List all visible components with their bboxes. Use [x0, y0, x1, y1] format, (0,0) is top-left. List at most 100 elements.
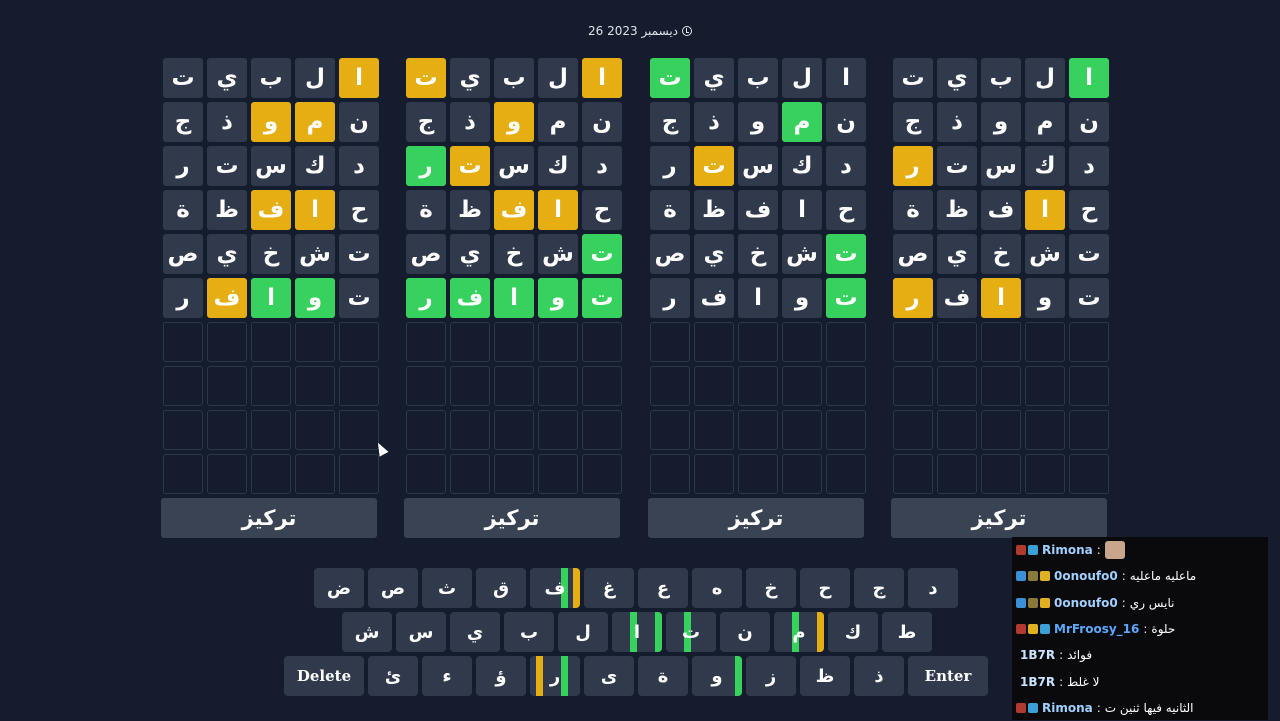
chat-username[interactable]: 0onoufo0 — [1054, 569, 1118, 583]
key-letter[interactable]: ف — [530, 568, 580, 608]
tile: ت — [582, 278, 622, 318]
key-letter[interactable]: ك — [828, 612, 878, 652]
focus-button[interactable]: تركيز — [891, 498, 1107, 538]
chat-username[interactable]: MrFroosy_16 — [1054, 622, 1139, 636]
chat-separator: : — [1143, 621, 1148, 636]
tile: ا — [981, 278, 1021, 318]
tile: ا — [494, 278, 534, 318]
key-delete[interactable]: Delete — [284, 656, 364, 696]
empty-tile — [207, 322, 247, 362]
empty-tile — [494, 410, 534, 450]
key-letter[interactable]: ر — [530, 656, 580, 696]
key-letter[interactable]: ظ — [800, 656, 850, 696]
chat-username[interactable]: 0onoufo0 — [1054, 596, 1118, 610]
chat-username[interactable]: Rimona — [1042, 543, 1093, 557]
tile: ف — [738, 190, 778, 230]
key-label: و — [711, 665, 723, 687]
board-1-status-indicator — [817, 612, 824, 652]
key-label: م — [792, 621, 806, 643]
key-letter[interactable]: غ — [584, 568, 634, 608]
key-letter[interactable]: د — [908, 568, 958, 608]
tile: ح — [582, 190, 622, 230]
key-letter[interactable]: ه — [692, 568, 742, 608]
key-label: ح — [818, 577, 832, 599]
key-label: ر — [549, 665, 561, 687]
key-label: ز — [765, 665, 777, 687]
chat-username[interactable]: 1B7R — [1020, 648, 1055, 662]
key-letter[interactable]: ذ — [854, 656, 904, 696]
chat-separator: : — [1059, 648, 1064, 663]
key-letter[interactable]: ئ — [368, 656, 418, 696]
key-letter[interactable]: ط — [882, 612, 932, 652]
key-letter[interactable]: خ — [746, 568, 796, 608]
key-letter[interactable]: ي — [450, 612, 500, 652]
tile: ج — [163, 102, 203, 142]
focus-button[interactable]: تركيز — [648, 498, 864, 538]
tile: ن — [582, 102, 622, 142]
tile: ر — [406, 146, 446, 186]
tile: و — [538, 278, 578, 318]
tile: ن — [826, 102, 866, 142]
empty-tile — [207, 410, 247, 450]
empty-tile — [339, 454, 379, 494]
tile: ا — [339, 58, 379, 98]
tile: م — [295, 102, 335, 142]
key-label: ن — [737, 621, 753, 643]
tile: ت — [826, 234, 866, 274]
tile: ل — [782, 58, 822, 98]
key-letter[interactable]: ح — [800, 568, 850, 608]
empty-tile — [582, 366, 622, 406]
key-letter[interactable]: ص — [368, 568, 418, 608]
key-letter[interactable]: ز — [746, 656, 796, 696]
tile: ك — [295, 146, 335, 186]
key-letter[interactable]: ن — [720, 612, 770, 652]
empty-tile — [981, 322, 1021, 362]
key-letter[interactable]: ت — [666, 612, 716, 652]
tile: ا — [1025, 190, 1065, 230]
key-letter[interactable]: ش — [342, 612, 392, 652]
key-letter[interactable]: ا — [612, 612, 662, 652]
key-letter[interactable]: ؤ — [476, 656, 526, 696]
chat-message: 1B7R: لا غلط — [1016, 669, 1099, 695]
key-letter[interactable]: م — [774, 612, 824, 652]
key-letter[interactable]: س — [396, 612, 446, 652]
chat-username[interactable]: Rimona — [1042, 701, 1093, 715]
tile: س — [738, 146, 778, 186]
key-letter[interactable]: ث — [422, 568, 472, 608]
chat-separator: : — [1121, 569, 1126, 584]
key-letter[interactable]: ل — [558, 612, 608, 652]
tile: ح — [826, 190, 866, 230]
tile: ر — [163, 146, 203, 186]
chat-badges — [1016, 545, 1038, 555]
key-letter[interactable]: ق — [476, 568, 526, 608]
key-letter[interactable]: و — [692, 656, 742, 696]
tile: ح — [1069, 190, 1109, 230]
key-letter[interactable]: ب — [504, 612, 554, 652]
badge-icon — [1040, 571, 1050, 582]
empty-tile — [738, 366, 778, 406]
board-grid: البيتنموذجدكسترحافظةتشخيصتوافر — [648, 58, 866, 494]
tile: و — [981, 102, 1021, 142]
chat-text: لا غلط — [1067, 674, 1100, 689]
empty-tile — [538, 454, 578, 494]
key-letter[interactable]: ع — [638, 568, 688, 608]
key-letter[interactable]: ة — [638, 656, 688, 696]
key-label: غ — [602, 577, 616, 599]
key-letter[interactable]: ض — [314, 568, 364, 608]
empty-tile — [339, 322, 379, 362]
key-enter[interactable]: Enter — [908, 656, 988, 696]
tile: ت — [893, 58, 933, 98]
focus-button[interactable]: تركيز — [404, 498, 620, 538]
key-label: ذ — [874, 665, 884, 687]
key-label: ج — [872, 577, 886, 599]
key-letter[interactable]: ء — [422, 656, 472, 696]
key-letter[interactable]: ج — [854, 568, 904, 608]
tile: ت — [163, 58, 203, 98]
focus-button[interactable]: تركيز — [161, 498, 377, 538]
key-letter[interactable]: ى — [584, 656, 634, 696]
chat-username[interactable]: 1B7R — [1020, 675, 1055, 689]
tile: ت — [582, 234, 622, 274]
key-label: ش — [354, 621, 380, 643]
empty-tile — [1025, 454, 1065, 494]
tile: ا — [295, 190, 335, 230]
